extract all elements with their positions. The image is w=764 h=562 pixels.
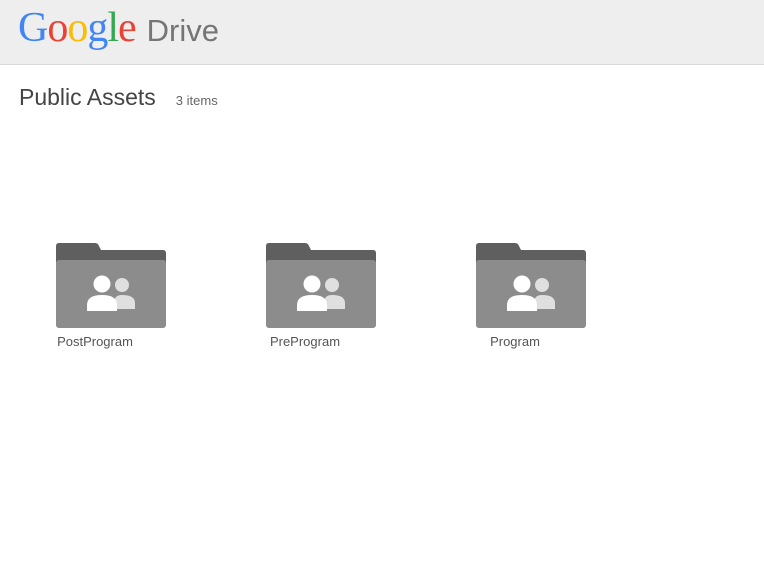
item-count: 3 items (175, 93, 218, 108)
shared-folder-icon (266, 243, 376, 328)
google-wordmark: Google (18, 3, 137, 53)
logo-letter: g (87, 5, 108, 51)
page-title: Public Assets (19, 84, 156, 110)
shared-folder-icon (56, 243, 166, 328)
title-row: Public Assets 3 items (19, 84, 218, 111)
logo-letter: o (47, 5, 68, 51)
logo-letter: l (107, 5, 119, 51)
folder-tile-postprogram[interactable]: PostProgram (20, 240, 170, 352)
logo-letter: G (18, 5, 48, 51)
logo-letter: o (67, 5, 88, 51)
product-name: Drive (146, 13, 220, 48)
shared-folder-icon (476, 243, 586, 328)
folder-name: PostProgram (57, 334, 133, 349)
logo-letter: e (118, 5, 137, 51)
folder-grid: PostProgram PreProgram Program (0, 240, 764, 360)
header-bar: Google Drive (0, 0, 764, 65)
folder-tile-preprogram[interactable]: PreProgram (230, 240, 380, 352)
folder-name: PreProgram (269, 334, 341, 349)
google-drive-logo[interactable]: Google Drive (18, 3, 219, 53)
folder-name: Program (490, 334, 540, 349)
folder-tile-program[interactable]: Program (440, 240, 590, 352)
